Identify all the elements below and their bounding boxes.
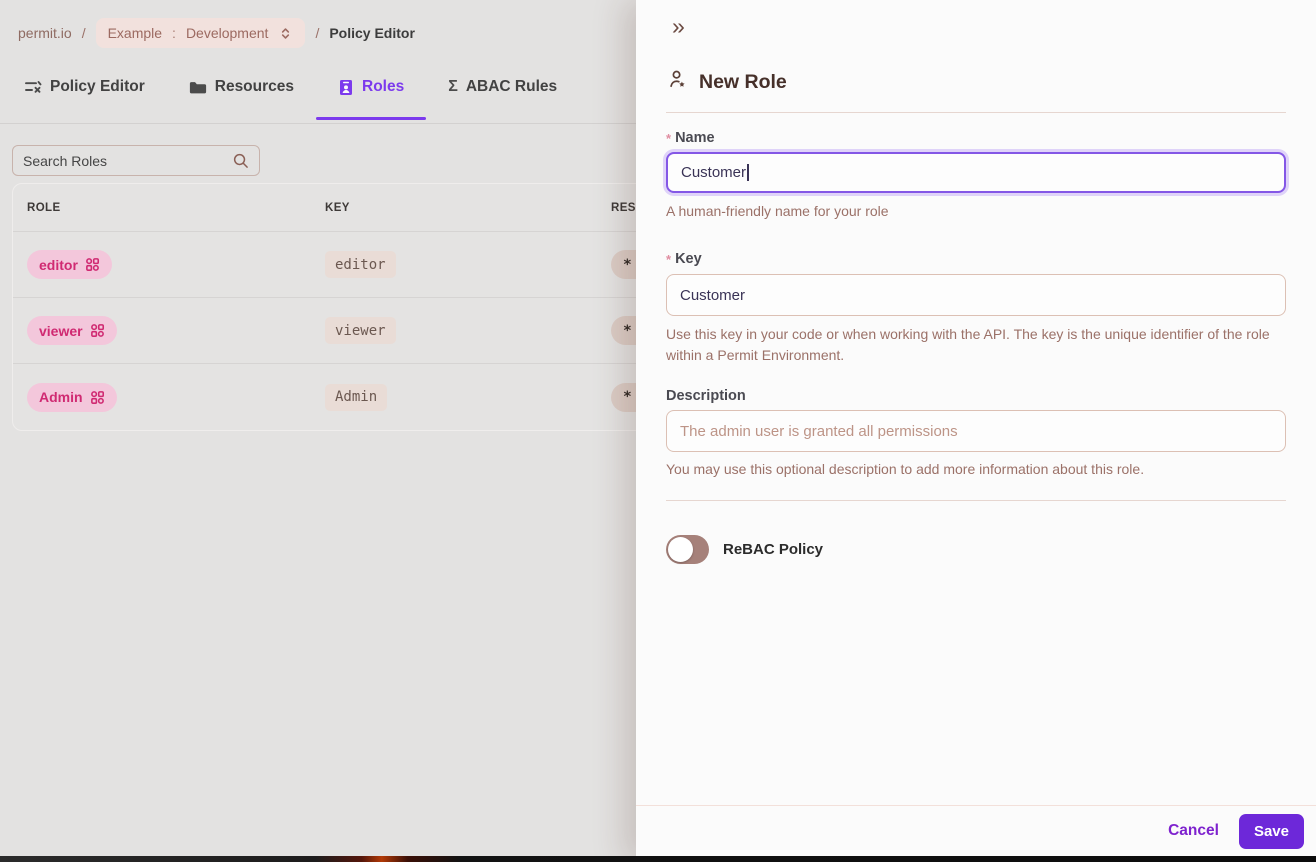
name-input-value: Customer — [681, 164, 747, 181]
required-marker: * — [666, 131, 672, 146]
description-input[interactable]: The admin user is granted all permission… — [666, 410, 1286, 452]
column-header-key: KEY — [325, 201, 350, 214]
grid-shapes-icon — [90, 390, 105, 405]
drawer-footer: Cancel Save — [636, 805, 1316, 856]
search-icon[interactable] — [232, 152, 249, 169]
tab-policy-editor[interactable]: Policy Editor — [24, 78, 145, 118]
toggle-knob — [668, 537, 693, 562]
name-label: * Name — [666, 130, 715, 146]
tab-label: Resources — [214, 78, 295, 95]
user-star-icon — [666, 68, 689, 96]
breadcrumb-separator: / — [315, 25, 320, 41]
role-badge[interactable]: editor — [27, 250, 112, 279]
key-input[interactable]: Customer — [666, 274, 1286, 316]
rebac-policy-label: ReBAC Policy — [723, 541, 824, 558]
environment-selector[interactable]: Example : Development — [95, 18, 306, 48]
grid-shapes-icon — [85, 257, 100, 272]
tab-label: Roles — [362, 78, 405, 95]
breadcrumb-page: Policy Editor — [329, 25, 415, 41]
id-badge-icon — [338, 79, 354, 96]
role-badge[interactable]: Admin — [27, 382, 117, 412]
role-name: Admin — [39, 389, 83, 405]
project-name: Example — [107, 25, 163, 41]
description-helper-text: You may use this optional description to… — [666, 461, 1145, 477]
role-name: viewer — [39, 322, 83, 339]
chevron-updown-icon — [278, 26, 293, 41]
role-key: viewer — [325, 317, 396, 344]
role-key: editor — [325, 251, 396, 278]
folder-icon — [189, 80, 207, 95]
breadcrumb-separator: / — [81, 25, 86, 41]
new-role-drawer: » New Role * Name Customer A human-frien… — [636, 0, 1316, 862]
tab-roles[interactable]: Roles — [315, 78, 427, 120]
cancel-button[interactable]: Cancel — [1168, 822, 1219, 840]
description-placeholder: The admin user is granted all permission… — [680, 422, 958, 440]
name-helper-text: A human-friendly name for your role — [666, 203, 889, 219]
key-helper-text: Use this key in your code or when workin… — [666, 326, 1270, 363]
tab-label: Policy Editor — [50, 78, 145, 95]
project-env-separator: : — [172, 25, 176, 41]
policy-editor-icon — [24, 79, 42, 95]
breadcrumb-brand[interactable]: permit.io — [18, 25, 72, 41]
tab-label: ABAC Rules — [465, 78, 558, 95]
drawer-title: New Role — [699, 70, 787, 93]
sigma-icon: Σ — [448, 78, 458, 95]
divider — [666, 112, 1286, 113]
collapse-drawer-icon[interactable]: » — [672, 14, 698, 38]
description-field-group: Description The admin user is granted al… — [666, 388, 1286, 480]
key-input-value: Customer — [680, 286, 746, 304]
tab-abac-rules[interactable]: Σ ABAC Rules — [448, 78, 557, 118]
name-input[interactable]: Customer — [666, 152, 1286, 193]
column-header-role: ROLE — [27, 201, 61, 214]
description-label: Description — [666, 388, 746, 404]
role-badge[interactable]: viewer — [27, 316, 117, 345]
save-button[interactable]: Save — [1238, 813, 1304, 849]
key-field-group: * Key Customer Use this key in your code… — [666, 251, 1286, 366]
name-field-group: * Name Customer A human-friendly name fo… — [666, 130, 1286, 222]
tab-resources[interactable]: Resources — [189, 78, 294, 118]
drawer-header: New Role — [666, 68, 1286, 96]
search-placeholder: Search Roles — [23, 152, 108, 169]
role-name: editor — [39, 256, 78, 273]
environment-name: Development — [185, 25, 269, 41]
key-label: * Key — [666, 251, 702, 267]
required-marker: * — [666, 252, 672, 267]
bottom-window-edge — [0, 856, 1316, 862]
text-caret — [747, 164, 749, 181]
search-roles-input[interactable]: Search Roles — [12, 145, 260, 176]
rebac-policy-toggle[interactable] — [666, 535, 709, 564]
grid-shapes-icon — [90, 323, 105, 338]
divider — [666, 500, 1286, 501]
role-key: Admin — [325, 383, 388, 411]
rebac-toggle-row: ReBAC Policy — [666, 535, 1286, 564]
